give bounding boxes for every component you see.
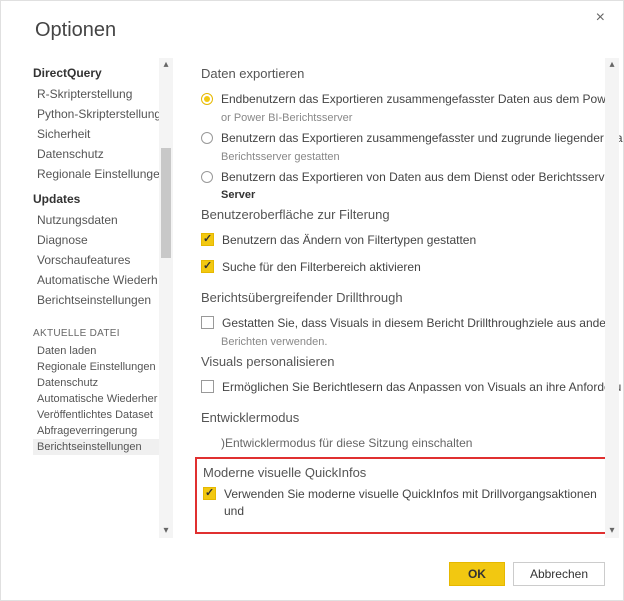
scroll-down-icon[interactable]: ▾	[605, 524, 619, 538]
content-panel: Daten exportieren Endbenutzern das Expor…	[175, 50, 623, 552]
section-devmode-title: Entwicklermodus	[201, 410, 623, 425]
sidebar: DirectQuery R-Skripterstellung Python-Sk…	[15, 50, 175, 552]
ok-button[interactable]: OK	[449, 562, 505, 586]
section-drill-title: Berichtsübergreifender Drillthrough	[201, 290, 623, 305]
sidebar-item-privacy2[interactable]: Datenschutz	[33, 375, 173, 391]
scroll-up-icon[interactable]: ▴	[159, 58, 173, 72]
export-option-3-sub: Server	[221, 189, 623, 201]
close-icon[interactable]: ×	[592, 9, 609, 27]
sidebar-item-loaddata[interactable]: Daten laden	[33, 343, 173, 359]
sidebar-group-directquery: DirectQuery	[33, 66, 175, 80]
tooltips-check-1[interactable]: Verwenden Sie moderne visuelle QuickInfo…	[203, 486, 607, 520]
dialog-footer: OK Abbrechen	[1, 552, 623, 600]
scroll-down-icon[interactable]: ▾	[159, 524, 173, 538]
devmode-label[interactable]: )Entwicklermodus für diese Sitzung einsc…	[221, 435, 623, 452]
highlight-box: Moderne visuelle QuickInfos Verwenden Si…	[195, 457, 615, 534]
sidebar-item-privacy[interactable]: Datenschutz	[33, 144, 173, 164]
export-option-2-label: Benutzern das Exportieren zusammengefass…	[221, 130, 623, 147]
export-option-1-label: Endbenutzern das Exportieren zusammengef…	[221, 91, 617, 108]
tooltips-check-1-label: Verwenden Sie moderne visuelle QuickInfo…	[224, 486, 607, 520]
sidebar-item-autorecover2[interactable]: Automatische Wiederherstellung	[33, 391, 173, 407]
export-option-3-label: Benutzern das Exportieren von Daten aus …	[221, 169, 615, 186]
export-option-2-sub: Berichtsserver gestatten	[221, 151, 623, 163]
sidebar-item-security[interactable]: Sicherheit	[33, 124, 173, 144]
dialog-title: Optionen	[35, 19, 116, 42]
sidebar-item-diagnose[interactable]: Diagnose	[33, 230, 173, 250]
sidebar-item-queryreduction[interactable]: Abfrageverringerung	[33, 423, 173, 439]
sidebar-scrollbar[interactable]: ▴ ▾	[159, 58, 173, 538]
dialog-header: Optionen ×	[1, 1, 623, 50]
sidebar-item-published-dataset[interactable]: Veröffentlichtes Dataset	[33, 407, 173, 423]
scroll-up-icon[interactable]: ▴	[605, 58, 619, 72]
cancel-button[interactable]: Abbrechen	[513, 562, 605, 586]
personalize-check-1-label: Ermöglichen Sie Berichtlesern das Anpass…	[222, 379, 621, 396]
section-tooltips-title: Moderne visuelle QuickInfos	[203, 465, 607, 480]
filterui-check-1-label: Benutzern das Ändern von Filtertypen ges…	[222, 232, 476, 249]
checkbox-icon[interactable]	[201, 233, 214, 246]
sidebar-item-python-script[interactable]: Python-Skripterstellung	[33, 104, 173, 124]
export-option-1-sub: or Power BI-Berichtsserver	[221, 112, 623, 124]
checkbox-icon[interactable]	[201, 380, 214, 393]
drill-check-1[interactable]: Gestatten Sie, dass Visuals in diesem Be…	[201, 315, 623, 332]
export-option-1[interactable]: Endbenutzern das Exportieren zusammengef…	[201, 91, 623, 108]
section-personalize-title: Visuals personalisieren	[201, 354, 623, 369]
drill-check-1-sub: Berichten verwenden.	[221, 336, 623, 348]
filterui-check-2-label: Suche für den Filterbereich aktivieren	[222, 259, 421, 276]
section-filterui-title: Benutzeroberfläche zur Filterung	[201, 207, 623, 222]
sidebar-item-regional2[interactable]: Regionale Einstellungen	[33, 359, 173, 375]
sidebar-item-reportsettings[interactable]: Berichtseinstellungen	[33, 290, 173, 310]
filterui-check-1[interactable]: Benutzern das Ändern von Filtertypen ges…	[201, 232, 623, 249]
sidebar-group-updates: Updates	[33, 192, 175, 206]
sidebar-item-autorecover[interactable]: Automatische Wiederherstellung	[33, 270, 173, 290]
filterui-check-2[interactable]: Suche für den Filterbereich aktivieren	[201, 259, 623, 276]
dialog-body: DirectQuery R-Skripterstellung Python-Sk…	[1, 50, 623, 552]
section-export-title: Daten exportieren	[201, 66, 623, 81]
content-scrollbar[interactable]: ▴ ▾	[605, 58, 619, 538]
sidebar-item-r-script[interactable]: R-Skripterstellung	[33, 84, 173, 104]
radio-icon[interactable]	[201, 93, 213, 105]
sidebar-group-currentfile: AKTUELLE DATEI	[33, 328, 175, 339]
radio-icon[interactable]	[201, 132, 213, 144]
sidebar-item-reportsettings2[interactable]: Berichtseinstellungen	[33, 439, 173, 455]
radio-icon[interactable]	[201, 171, 213, 183]
sidebar-item-regional[interactable]: Regionale Einstellungen	[33, 164, 173, 184]
personalize-check-1[interactable]: Ermöglichen Sie Berichtlesern das Anpass…	[201, 379, 623, 396]
export-option-3[interactable]: Benutzern das Exportieren von Daten aus …	[201, 169, 623, 186]
sidebar-item-usage[interactable]: Nutzungsdaten	[33, 210, 173, 230]
checkbox-icon[interactable]	[203, 487, 216, 500]
sidebar-item-preview[interactable]: Vorschaufeatures	[33, 250, 173, 270]
scroll-thumb[interactable]	[161, 148, 171, 258]
checkbox-icon[interactable]	[201, 260, 214, 273]
export-option-2[interactable]: Benutzern das Exportieren zusammengefass…	[201, 130, 623, 147]
drill-check-1-label: Gestatten Sie, dass Visuals in diesem Be…	[222, 315, 617, 332]
options-dialog: Optionen × DirectQuery R-Skripterstellun…	[1, 1, 623, 600]
checkbox-icon[interactable]	[201, 316, 214, 329]
